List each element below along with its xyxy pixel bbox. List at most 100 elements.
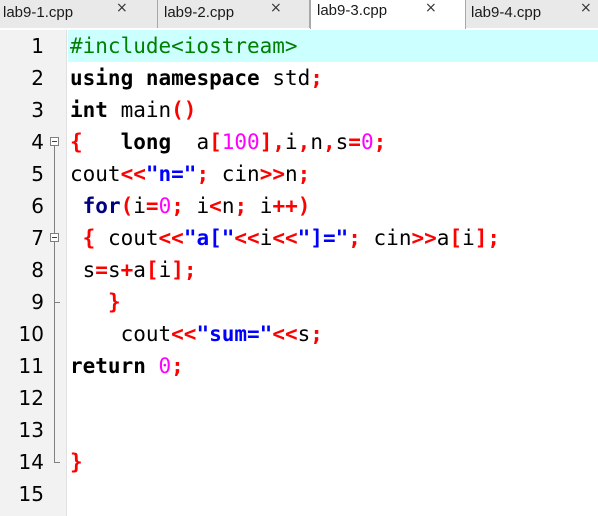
- code-token: cin: [360, 226, 412, 250]
- code-line-text: for(i=0; i<n; i++): [68, 194, 311, 218]
- code-line-text: int main(): [68, 98, 196, 122]
- code-token: i: [285, 130, 298, 154]
- code-token: ;: [348, 226, 361, 250]
- code-token: "]=": [297, 226, 349, 250]
- code-token: cout: [95, 226, 159, 250]
- line-number: 7: [31, 226, 44, 250]
- fold-end-marker: [54, 462, 60, 463]
- code-line-text: #include<iostream>: [68, 34, 298, 58]
- code-line-text: }: [68, 450, 83, 474]
- line-number: 12: [18, 386, 44, 410]
- line-number: 14: [18, 450, 44, 474]
- code-token: ];: [171, 258, 197, 282]
- tab-lab9-2[interactable]: lab9-2.cpp ×: [158, 0, 310, 28]
- code-token: ;: [373, 130, 387, 154]
- code-token: >>: [411, 226, 437, 250]
- code-token: <<: [272, 322, 298, 346]
- code-token: a: [171, 130, 210, 154]
- code-token: +: [120, 258, 134, 282]
- line-number: 5: [31, 162, 44, 186]
- tab-label: lab9-1.cpp: [3, 4, 74, 21]
- code-line[interactable]: { cout<<"a["<<i<<"]="; cin>>a[i];: [68, 222, 598, 254]
- code-token: <: [209, 194, 222, 218]
- code-token: [: [449, 226, 463, 250]
- code-line[interactable]: [68, 382, 598, 414]
- code-token: 0: [360, 130, 374, 154]
- tab-bar: lab9-1.cpp × lab9-2.cpp × lab9-3.cpp × l…: [0, 0, 598, 29]
- close-icon[interactable]: ×: [116, 0, 128, 16]
- code-token: i: [462, 226, 475, 250]
- code-token: a: [436, 226, 450, 250]
- tab-label: lab9-4.cpp: [471, 4, 542, 21]
- code-token: return: [70, 354, 146, 378]
- close-icon[interactable]: ×: [270, 0, 282, 16]
- code-token: ++): [272, 194, 311, 218]
- code-token: int: [70, 98, 108, 122]
- code-line[interactable]: { long a[100],i,n,s=0;: [68, 126, 598, 158]
- code-token: ;: [171, 354, 184, 378]
- code-line[interactable]: }: [68, 286, 598, 318]
- code-line[interactable]: for(i=0; i<n; i++): [68, 190, 598, 222]
- code-token: s: [335, 130, 349, 154]
- fold-toggle-icon[interactable]: [50, 233, 59, 242]
- tab-lab9-4[interactable]: lab9-4.cpp ×: [466, 0, 598, 28]
- code-token: <<: [171, 322, 197, 346]
- fold-guide-line: [54, 146, 55, 462]
- code-token: [: [209, 130, 222, 154]
- line-number: 6: [31, 194, 44, 218]
- tab-lab9-1[interactable]: lab9-1.cpp ×: [0, 0, 158, 28]
- code-token: ;: [171, 194, 184, 218]
- line-number: 10: [18, 322, 44, 346]
- line-number: 3: [31, 98, 44, 122]
- code-token: ;: [234, 194, 248, 218]
- fold-toggle-icon[interactable]: [50, 137, 59, 146]
- code-token: }: [107, 290, 121, 314]
- code-token: ;: [297, 162, 311, 186]
- code-line[interactable]: return 0;: [68, 350, 598, 382]
- code-line[interactable]: s=s+a[i];: [68, 254, 598, 286]
- code-token: (: [120, 194, 134, 218]
- tab-lab9-3[interactable]: lab9-3.cpp ×: [310, 0, 466, 29]
- code-line[interactable]: #include<iostream>: [68, 30, 598, 62]
- code-token: cout: [70, 322, 172, 346]
- code-line[interactable]: [68, 414, 598, 446]
- code-token: long: [120, 130, 172, 154]
- code-line[interactable]: [68, 478, 598, 510]
- code-token: =: [145, 194, 159, 218]
- code-token: {: [70, 130, 83, 154]
- code-line[interactable]: }: [68, 446, 598, 478]
- code-line-text: }: [68, 290, 121, 314]
- code-token: "a[": [183, 226, 235, 250]
- code-token: s: [297, 322, 311, 346]
- code-token: a: [133, 258, 146, 282]
- code-token: }: [70, 450, 83, 474]
- code-token: 0: [158, 354, 172, 378]
- code-token: i: [183, 194, 210, 218]
- code-editor[interactable]: #include<iostream> using namespace std; in…: [68, 30, 598, 516]
- code-token: ];: [474, 226, 501, 250]
- close-icon[interactable]: ×: [580, 0, 592, 16]
- line-number: 11: [18, 354, 44, 378]
- code-line[interactable]: using namespace std;: [68, 62, 598, 94]
- code-token: ;: [310, 322, 323, 346]
- code-token: ;: [196, 162, 210, 186]
- code-token: i: [158, 258, 172, 282]
- close-icon[interactable]: ×: [425, 0, 437, 16]
- code-token: =: [95, 258, 108, 282]
- code-token: #include<iostream>: [70, 34, 298, 58]
- code-line[interactable]: cout<<"n="; cin>>n;: [68, 158, 598, 190]
- tab-label: lab9-3.cpp: [317, 2, 388, 19]
- code-line[interactable]: cout<<"sum="<<s;: [68, 318, 598, 350]
- code-token: [: [145, 258, 159, 282]
- code-line[interactable]: int main(): [68, 94, 598, 126]
- line-number: 15: [18, 482, 44, 506]
- code-token: i: [259, 226, 273, 250]
- code-line-text: s=s+a[i];: [68, 258, 197, 282]
- code-token: s: [70, 258, 96, 282]
- code-token: cout: [70, 162, 121, 186]
